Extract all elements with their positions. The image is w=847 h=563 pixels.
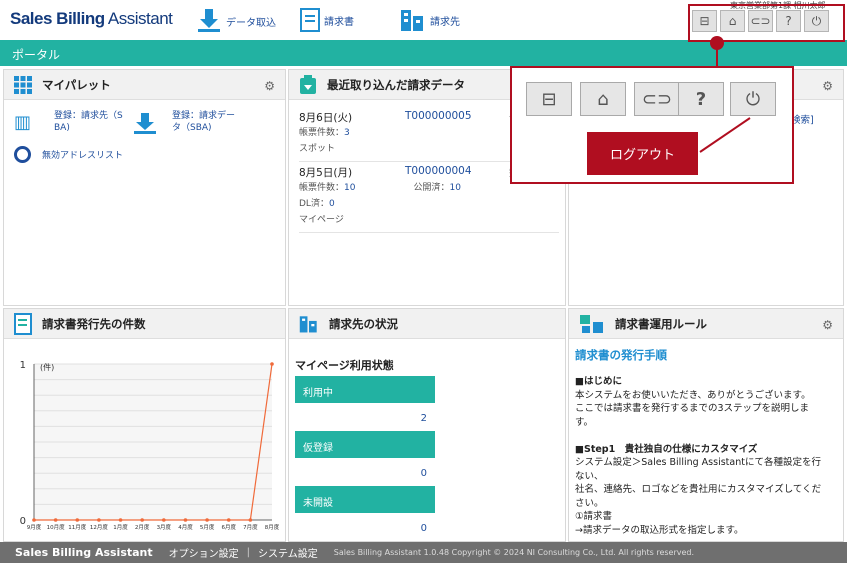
nav-invoice[interactable]: 請求書 (300, 8, 354, 32)
link-icon[interactable]: ⊂⊃ (634, 82, 680, 116)
data-point (226, 518, 231, 522)
rule-line: ■はじめに (575, 376, 622, 387)
status-label: 利用中 (295, 376, 435, 403)
data-point (183, 518, 188, 522)
data-point (248, 518, 253, 522)
download-icon (134, 113, 156, 134)
data-point (140, 518, 144, 522)
status-subtitle: マイページ利用状態 (295, 359, 394, 372)
x-tick-label: 6月度 (221, 523, 236, 531)
data-point (53, 518, 58, 522)
org-chart-icon (580, 314, 603, 333)
palette-register-customer[interactable]: 登録：請求先（S BA) (54, 110, 123, 134)
panel-title: 請求先の状況 (329, 316, 398, 331)
panel-title: 請求書運用ルール (615, 316, 707, 331)
logout-label[interactable]: ログアウト (587, 132, 698, 175)
building-icon (401, 10, 423, 31)
nav-data-import[interactable]: データ取込 (196, 8, 276, 34)
rule-line: ない、 (575, 470, 604, 482)
data-point (32, 518, 36, 522)
rule-line: ①請求書 (575, 511, 613, 522)
panel-title: 請求書発行先の件数 (42, 316, 146, 331)
status-panel: 請求先の状況 マイページ利用状態 利用中 2 仮登録 0 未開設 0 (288, 308, 566, 542)
data-point (162, 518, 166, 522)
icon-callout: ⊟ ⌂ ⊂⊃ ? ⏻ ログアウト (510, 66, 794, 184)
rule-line: す。 (575, 416, 594, 428)
rules-text: ■はじめに本システムをお使いいただき、ありがとうございます。 ここでは請求書を発行… (575, 375, 843, 537)
block-icon (14, 146, 31, 163)
status-value[interactable]: 0 (295, 513, 435, 541)
rule-line: システム設定＞Sales Billing Assistantにて各種設定を行 (575, 457, 821, 468)
copyright: Sales Billing Assistant 1.0.48 Copyright… (333, 548, 695, 557)
power-icon[interactable]: ⏻ (730, 82, 776, 116)
x-tick-label: 10月度 (47, 523, 65, 531)
gear-icon[interactable]: ⚙ (822, 318, 833, 332)
import-doc-icon (300, 74, 316, 94)
gear-icon[interactable]: ⚙ (822, 79, 833, 93)
mypalette-panel: マイパレット ⚙ ▥ 登録：請求先（S BA) 登録：請求デー タ（SBA) 無効ア… (3, 69, 286, 306)
data-point (97, 518, 101, 522)
status-value[interactable]: 2 (295, 403, 435, 431)
x-tick-label: 7月度 (243, 523, 258, 531)
data-point (118, 518, 123, 522)
x-tick-label: 1月度 (113, 523, 128, 531)
rules-panel: 請求書運用ルール ⚙ 請求書の発行手順 ■はじめに本システムをお使いいただき、あ… (568, 308, 844, 542)
option-settings-link[interactable]: オプション設定 (169, 545, 239, 560)
data-point (270, 362, 274, 366)
x-tick-label: 12月度 (90, 523, 108, 531)
gear-icon[interactable]: ⚙ (264, 79, 275, 93)
x-tick-label: 4月度 (178, 523, 193, 531)
y-tick-label: 1 (20, 360, 26, 371)
status-label: 仮登録 (295, 431, 435, 458)
callout-pointer (699, 117, 751, 153)
system-settings-link[interactable]: システム設定 (258, 545, 318, 560)
record-number[interactable]: T000000004 (405, 165, 472, 177)
rule-line: ■Step1 貴社独自の仕様にカスタマイズ (575, 443, 758, 455)
x-tick-label: 9月度 (27, 523, 42, 531)
data-point (75, 518, 80, 522)
rules-heading: 請求書の発行手順 (575, 348, 667, 362)
rule-line: 社名、連絡先、ロゴなどを貴社用にカスタマイズしてくだ (575, 484, 822, 495)
rule-line: 本システムをお使いいただき、ありがとうございます。 (575, 389, 811, 401)
highlight-box (688, 4, 845, 42)
invoice-icon (14, 312, 32, 335)
palette-invalid-address-list[interactable]: 無効アドレスリスト (42, 150, 123, 162)
y-tick-label: 0 (20, 516, 26, 527)
building-icon (299, 315, 317, 332)
x-tick-label: 3月度 (157, 523, 172, 531)
nav-billing-destination[interactable]: 請求先 (400, 8, 460, 32)
panel-title: マイパレット (42, 77, 111, 92)
record-number[interactable]: T000000005 (405, 110, 472, 122)
palette-register-billing-data[interactable]: 登録：請求デー タ（SBA) (172, 110, 235, 134)
y-unit-label: (件) (40, 362, 54, 372)
download-icon (198, 9, 220, 32)
status-value[interactable]: 0 (295, 458, 435, 486)
footer-logo: Sales Billing Assistant (15, 546, 153, 559)
help-icon[interactable]: ? (678, 82, 724, 116)
x-tick-label: 2月度 (135, 523, 150, 531)
home-icon[interactable]: ⌂ (580, 82, 626, 116)
status-label: 未開設 (295, 486, 435, 513)
rule-line: ここでは請求書を発行するまでの3ステップを説明しま (575, 403, 810, 414)
x-tick-label: 11月度 (68, 523, 86, 531)
data-point (205, 518, 209, 522)
search-link[interactable]: 検索] (791, 112, 814, 126)
rule-line (575, 429, 843, 443)
app-logo[interactable]: Sales Billing Assistant (10, 9, 173, 29)
x-tick-label: 8月度 (265, 523, 280, 531)
building-edit-icon: ▥ (14, 112, 32, 133)
footer: Sales Billing Assistant オプション設定 | システム設定… (0, 542, 847, 563)
count-chart: 1 0 (件) 9月度 10月度 11月度 12月度 1月度 2月度 3月度 4月度 5月度 6月度 7月… (20, 360, 280, 531)
invoice-icon (300, 8, 320, 32)
grid-icon (14, 75, 32, 94)
callout-line (716, 48, 718, 66)
panel-title: 最近取り込んだ請求データ (327, 77, 465, 92)
rule-line: さい。 (575, 497, 604, 509)
x-tick-label: 5月度 (200, 523, 215, 531)
rule-line: →請求データの取込形式を指定します。 (575, 524, 744, 536)
count-panel: 請求書発行先の件数 1 0 (件) 9月度 10月度 11月度 12月度 1月度 2月度 3月度 4… (3, 308, 286, 542)
switch-icon[interactable]: ⊟ (526, 82, 572, 116)
